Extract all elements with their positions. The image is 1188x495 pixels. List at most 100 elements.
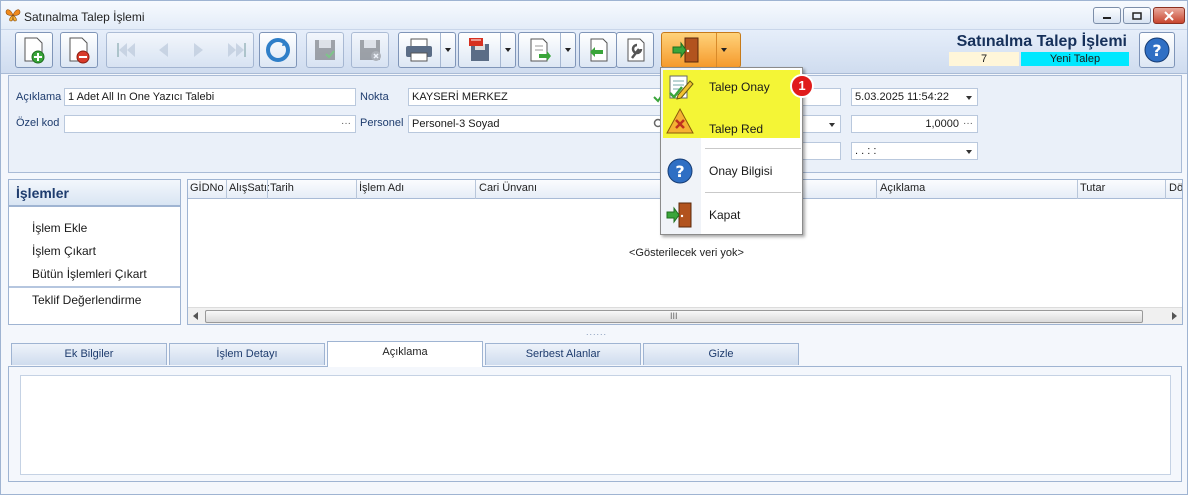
menu-item-kapat[interactable]: Kapat	[663, 198, 800, 232]
toolbar: Satınalma Talep İşlemi 7 Yeni Talep ?	[1, 30, 1187, 74]
empty-grid-message: <Gösterilecek veri yok>	[629, 247, 744, 259]
col-separator	[267, 180, 268, 199]
col-alissatis[interactable]: AlışSatı:	[229, 182, 270, 194]
printer-icon	[406, 38, 432, 62]
import-button[interactable]	[579, 32, 617, 68]
minimize-button[interactable]	[1093, 7, 1121, 24]
col-tarih[interactable]: Tarih	[270, 182, 294, 194]
print-button[interactable]	[398, 32, 456, 68]
empty-date-field[interactable]: . . : :	[851, 142, 978, 160]
tab-serbest-alanlar[interactable]: Serbest Alanlar	[485, 343, 641, 365]
col-separator	[1077, 180, 1078, 199]
menu-item-onay-bilgisi[interactable]: ? Onay Bilgisi	[663, 154, 800, 188]
ozel-kod-field[interactable]: ···	[64, 115, 356, 133]
personel-field[interactable]: Personel-3 Soyad	[408, 115, 668, 133]
approve-pencil-icon	[669, 75, 694, 100]
page-title: Satınalma Talep İşlemi	[956, 33, 1127, 50]
close-button[interactable]	[1153, 7, 1185, 24]
tab-ek-bilgiler[interactable]: Ek Bilgiler	[11, 343, 167, 365]
save-icon	[315, 40, 335, 60]
scrollbar-thumb[interactable]: III	[205, 310, 1143, 323]
scroll-grip: III	[670, 311, 678, 321]
aciklama-textarea[interactable]	[20, 375, 1171, 475]
action-offer-evaluation[interactable]: Teklif Değerlendirme	[32, 293, 141, 307]
help-button[interactable]: ?	[1139, 32, 1175, 68]
exit-dropdown-arrow[interactable]	[716, 33, 740, 67]
col-aciklama[interactable]: Açıklama	[880, 182, 925, 194]
ozel-kod-label: Özel kod	[16, 117, 60, 129]
col-cari-unvani[interactable]: Cari Ünvanı	[479, 182, 537, 194]
menu-label-talep-red: Talep Red	[709, 122, 764, 136]
chevron-down-icon[interactable]	[829, 123, 835, 127]
scroll-left-icon[interactable]	[193, 312, 198, 320]
refresh-button[interactable]	[259, 32, 297, 68]
menu-label-kapat: Kapat	[709, 208, 741, 222]
tab-aciklama[interactable]: Açıklama	[327, 341, 483, 367]
first-record-icon	[117, 43, 135, 57]
action-remove-item[interactable]: İşlem Çıkart	[32, 244, 96, 258]
cancel-save-button[interactable]	[351, 32, 389, 68]
col-gidno[interactable]: GİDNo	[190, 182, 224, 194]
new-record-button[interactable]	[15, 32, 53, 68]
menu-item-talep-red[interactable]: Talep Red	[663, 104, 800, 138]
aciklama-field[interactable]: 1 Adet All In One Yazıcı Talebi	[64, 88, 356, 106]
horizontal-scrollbar[interactable]: III	[188, 307, 1182, 324]
scroll-right-icon[interactable]	[1172, 312, 1177, 320]
empty-date-value: . . : :	[855, 145, 877, 157]
date-time-value: 5.03.2025 11:54:22	[855, 91, 949, 103]
menu-item-talep-onay[interactable]: Talep Onay	[663, 70, 800, 104]
delete-record-button[interactable]	[60, 32, 98, 68]
transfer-dropdown-arrow[interactable]	[560, 33, 575, 67]
status-badge: Yeni Talep	[1021, 52, 1129, 66]
exit-menu-button[interactable]	[661, 32, 741, 68]
aciklama-label: Açıklama	[16, 91, 62, 103]
amount-value: 1,0000	[925, 118, 959, 130]
step-badge: 1	[790, 74, 814, 98]
menu-separator	[705, 148, 801, 149]
ellipsis-icon[interactable]: ···	[341, 116, 351, 132]
help-icon: ?	[1144, 37, 1170, 63]
reject-x-icon	[666, 107, 694, 134]
col-separator	[1165, 180, 1166, 199]
nokta-value: KAYSERİ MERKEZ	[412, 91, 508, 103]
new-document-icon	[24, 37, 45, 64]
wrench-icon	[627, 38, 645, 62]
maximize-button[interactable]	[1123, 7, 1151, 24]
transfer-button[interactable]	[518, 32, 576, 68]
document-transfer-icon	[530, 38, 551, 62]
close-icon	[1164, 10, 1174, 21]
date-time-field[interactable]: 5.03.2025 11:54:22	[851, 88, 978, 106]
export-dropdown-arrow[interactable]	[500, 33, 515, 67]
amount-field[interactable]: 1,0000 ···	[851, 115, 978, 133]
nokta-field[interactable]: KAYSERİ MERKEZ	[408, 88, 668, 106]
col-tutar[interactable]: Tutar	[1080, 182, 1105, 194]
action-add-item[interactable]: İşlem Ekle	[32, 221, 87, 235]
navigation-group[interactable]	[106, 32, 254, 68]
actions-divider	[9, 286, 180, 288]
export-pdf-button[interactable]	[458, 32, 516, 68]
minimize-icon	[1103, 16, 1111, 19]
nokta-label: Nokta	[360, 91, 389, 103]
exit-door-icon	[666, 202, 692, 228]
cancel-save-icon	[360, 40, 381, 61]
chevron-down-icon[interactable]	[966, 150, 972, 154]
menu-separator	[705, 192, 801, 193]
tab-gizle[interactable]: Gizle	[643, 343, 799, 365]
col-doviz[interactable]: Dö	[1169, 182, 1182, 194]
col-islem-adi[interactable]: İşlem Adı	[359, 182, 404, 194]
pdf-save-icon	[469, 38, 489, 61]
next-record-icon	[194, 43, 203, 57]
question-icon: ?	[667, 158, 693, 184]
settings-tool-button[interactable]	[616, 32, 654, 68]
chevron-down-icon[interactable]	[966, 96, 972, 100]
ellipsis-icon[interactable]: ···	[963, 116, 973, 132]
app-window: Satınalma Talep İşlemi Satınalma Talep İ…	[0, 0, 1188, 495]
action-remove-all-items[interactable]: Bütün İşlemleri Çıkart	[32, 267, 147, 281]
splitter-grip[interactable]: ......	[586, 327, 607, 337]
col-separator	[876, 180, 877, 199]
print-dropdown-arrow[interactable]	[440, 33, 455, 67]
title-bar: Satınalma Talep İşlemi	[1, 1, 1187, 30]
document-import-icon	[590, 38, 608, 62]
tab-islem-detayi[interactable]: İşlem Detayı	[169, 343, 325, 365]
save-button[interactable]	[306, 32, 344, 68]
